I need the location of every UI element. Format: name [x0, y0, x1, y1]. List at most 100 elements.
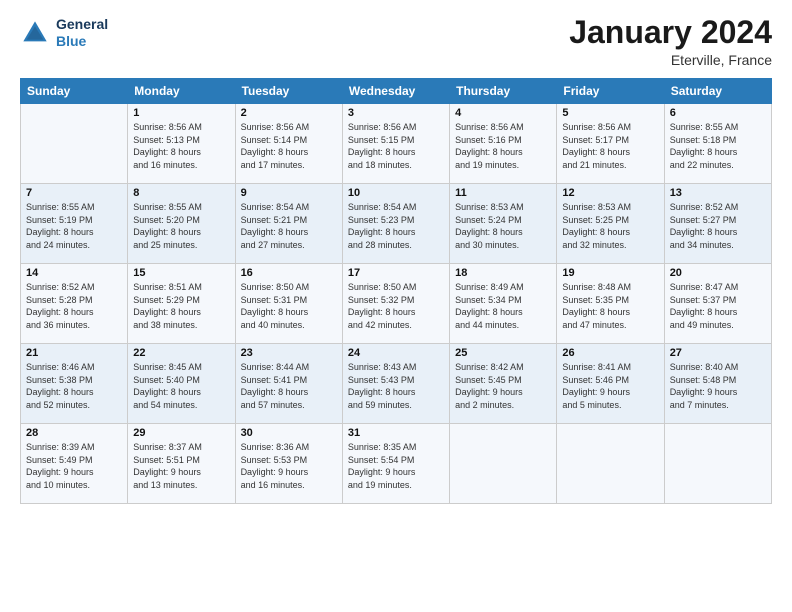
day-number: 5 [562, 107, 658, 119]
day-cell [21, 104, 128, 184]
day-header-friday: Friday [557, 79, 664, 104]
day-cell: 1Sunrise: 8:56 AMSunset: 5:13 PMDaylight… [128, 104, 235, 184]
day-number: 26 [562, 347, 658, 359]
day-number: 7 [26, 187, 122, 199]
day-cell: 9Sunrise: 8:54 AMSunset: 5:21 PMDaylight… [235, 184, 342, 264]
day-number: 17 [348, 267, 444, 279]
day-cell: 25 Sunrise: 8:42 AMSunset: 5:45 PMDayligh… [450, 344, 557, 424]
day-number: 18 [455, 267, 551, 279]
day-cell: 7 Sunrise: 8:55 AMSunset: 5:19 PMDaylight… [21, 184, 128, 264]
day-header-thursday: Thursday [450, 79, 557, 104]
day-cell: 4 Sunrise: 8:56 AMSunset: 5:16 PMDaylight… [450, 104, 557, 184]
day-info: Sunrise: 8:53 AMSunset: 5:25 PMDaylight:… [562, 201, 658, 251]
day-header-saturday: Saturday [664, 79, 771, 104]
month-title: January 2024 [569, 16, 772, 48]
day-info: Sunrise: 8:46 AMSunset: 5:38 PMDaylight:… [26, 361, 122, 411]
day-info: Sunrise: 8:47 AMSunset: 5:37 PMDaylight:… [670, 281, 766, 331]
logo-icon [20, 18, 50, 48]
day-number: 3 [348, 107, 444, 119]
day-number: 16 [241, 267, 337, 279]
day-number: 31 [348, 427, 444, 439]
day-info: Sunrise: 8:56 AMSunset: 5:17 PMDaylight:… [562, 121, 658, 171]
day-cell: 16 Sunrise: 8:50 AMSunset: 5:31 PMDayligh… [235, 264, 342, 344]
day-info: Sunrise: 8:51 AMSunset: 5:29 PMDaylight:… [133, 281, 229, 331]
day-cell: 27Sunrise: 8:40 AMSunset: 5:48 PMDayligh… [664, 344, 771, 424]
day-number: 21 [26, 347, 122, 359]
day-info: Sunrise: 8:53 AMSunset: 5:24 PMDaylight:… [455, 201, 551, 251]
day-info: Sunrise: 8:52 AMSunset: 5:27 PMDaylight:… [670, 201, 766, 251]
day-cell: 28 Sunrise: 8:39 AMSunset: 5:49 PMDayligh… [21, 424, 128, 504]
day-cell: 14 Sunrise: 8:52 AMSunset: 5:28 PMDayligh… [21, 264, 128, 344]
day-number: 12 [562, 187, 658, 199]
day-info: Sunrise: 8:56 AMSunset: 5:16 PMDaylight:… [455, 121, 551, 171]
day-info: Sunrise: 8:48 AMSunset: 5:35 PMDaylight:… [562, 281, 658, 331]
day-cell: 13 Sunrise: 8:52 AMSunset: 5:27 PMDayligh… [664, 184, 771, 264]
day-number: 2 [241, 107, 337, 119]
day-cell: 29Sunrise: 8:37 AMSunset: 5:51 PMDayligh… [128, 424, 235, 504]
logo: General Blue [20, 16, 108, 50]
day-cell: 18 Sunrise: 8:49 AMSunset: 5:34 PMDayligh… [450, 264, 557, 344]
day-cell: 8Sunrise: 8:55 AMSunset: 5:20 PMDaylight… [128, 184, 235, 264]
location: Eterville, France [569, 52, 772, 68]
day-number: 25 [455, 347, 551, 359]
day-info: Sunrise: 8:54 AMSunset: 5:23 PMDaylight:… [348, 201, 444, 251]
day-info: Sunrise: 8:55 AMSunset: 5:19 PMDaylight:… [26, 201, 122, 251]
day-number: 20 [670, 267, 766, 279]
day-header-wednesday: Wednesday [342, 79, 449, 104]
day-info: Sunrise: 8:55 AMSunset: 5:20 PMDaylight:… [133, 201, 229, 251]
day-info: Sunrise: 8:41 AMSunset: 5:46 PMDaylight:… [562, 361, 658, 411]
day-cell: 20 Sunrise: 8:47 AMSunset: 5:37 PMDayligh… [664, 264, 771, 344]
day-number: 30 [241, 427, 337, 439]
day-info: Sunrise: 8:42 AMSunset: 5:45 PMDaylight:… [455, 361, 551, 411]
day-info: Sunrise: 8:50 AMSunset: 5:31 PMDaylight:… [241, 281, 337, 331]
day-number: 15 [133, 267, 229, 279]
day-cell: 26 Sunrise: 8:41 AMSunset: 5:46 PMDayligh… [557, 344, 664, 424]
day-info: Sunrise: 8:54 AMSunset: 5:21 PMDaylight:… [241, 201, 337, 251]
day-cell: 19 Sunrise: 8:48 AMSunset: 5:35 PMDayligh… [557, 264, 664, 344]
day-cell: 24 Sunrise: 8:43 AMSunset: 5:43 PMDayligh… [342, 344, 449, 424]
day-number: 24 [348, 347, 444, 359]
day-cell: 6Sunrise: 8:55 AMSunset: 5:18 PMDaylight… [664, 104, 771, 184]
week-row-1: 1Sunrise: 8:56 AMSunset: 5:13 PMDaylight… [21, 104, 772, 184]
day-number: 10 [348, 187, 444, 199]
day-info: Sunrise: 8:45 AMSunset: 5:40 PMDaylight:… [133, 361, 229, 411]
week-row-2: 7 Sunrise: 8:55 AMSunset: 5:19 PMDaylight… [21, 184, 772, 264]
day-cell: 21 Sunrise: 8:46 AMSunset: 5:38 PMDayligh… [21, 344, 128, 424]
day-number: 13 [670, 187, 766, 199]
title-block: January 2024 Eterville, France [569, 16, 772, 68]
header-row: SundayMondayTuesdayWednesdayThursdayFrid… [21, 79, 772, 104]
day-cell: 5 Sunrise: 8:56 AMSunset: 5:17 PMDaylight… [557, 104, 664, 184]
day-number: 19 [562, 267, 658, 279]
day-cell: 31 Sunrise: 8:35 AMSunset: 5:54 PMDayligh… [342, 424, 449, 504]
day-cell [664, 424, 771, 504]
week-row-3: 14 Sunrise: 8:52 AMSunset: 5:28 PMDayligh… [21, 264, 772, 344]
day-info: Sunrise: 8:44 AMSunset: 5:41 PMDaylight:… [241, 361, 337, 411]
day-info: Sunrise: 8:43 AMSunset: 5:43 PMDaylight:… [348, 361, 444, 411]
day-info: Sunrise: 8:52 AMSunset: 5:28 PMDaylight:… [26, 281, 122, 331]
calendar-table: SundayMondayTuesdayWednesdayThursdayFrid… [20, 78, 772, 504]
day-cell: 15 Sunrise: 8:51 AMSunset: 5:29 PMDayligh… [128, 264, 235, 344]
week-row-5: 28 Sunrise: 8:39 AMSunset: 5:49 PMDayligh… [21, 424, 772, 504]
day-header-sunday: Sunday [21, 79, 128, 104]
header: General Blue January 2024 Eterville, Fra… [20, 16, 772, 68]
day-info: Sunrise: 8:50 AMSunset: 5:32 PMDaylight:… [348, 281, 444, 331]
day-number: 27 [670, 347, 766, 359]
day-cell: 12 Sunrise: 8:53 AMSunset: 5:25 PMDayligh… [557, 184, 664, 264]
day-number: 4 [455, 107, 551, 119]
day-cell: 22Sunrise: 8:45 AMSunset: 5:40 PMDayligh… [128, 344, 235, 424]
day-info: Sunrise: 8:56 AMSunset: 5:13 PMDaylight:… [133, 121, 229, 171]
day-cell [450, 424, 557, 504]
day-info: Sunrise: 8:35 AMSunset: 5:54 PMDaylight:… [348, 441, 444, 491]
day-info: Sunrise: 8:49 AMSunset: 5:34 PMDaylight:… [455, 281, 551, 331]
day-info: Sunrise: 8:56 AMSunset: 5:15 PMDaylight:… [348, 121, 444, 171]
day-info: Sunrise: 8:37 AMSunset: 5:51 PMDaylight:… [133, 441, 229, 491]
day-cell [557, 424, 664, 504]
day-cell: 2Sunrise: 8:56 AMSunset: 5:14 PMDaylight… [235, 104, 342, 184]
day-info: Sunrise: 8:39 AMSunset: 5:49 PMDaylight:… [26, 441, 122, 491]
day-number: 28 [26, 427, 122, 439]
day-cell: 11Sunrise: 8:53 AMSunset: 5:24 PMDayligh… [450, 184, 557, 264]
day-cell: 23 Sunrise: 8:44 AMSunset: 5:41 PMDayligh… [235, 344, 342, 424]
day-number: 23 [241, 347, 337, 359]
day-number: 14 [26, 267, 122, 279]
day-header-tuesday: Tuesday [235, 79, 342, 104]
